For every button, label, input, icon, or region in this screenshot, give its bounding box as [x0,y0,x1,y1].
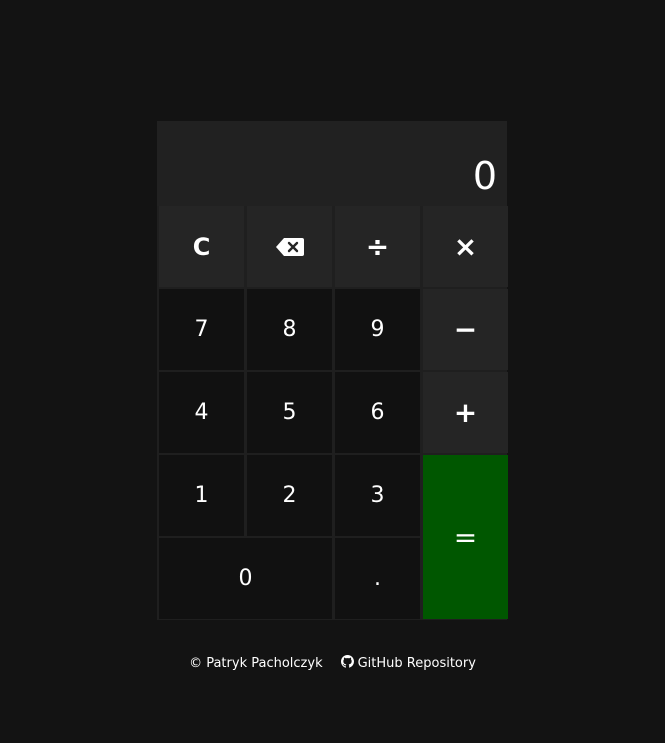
digit-3-button[interactable]: 3 [335,455,420,536]
digit-6-button[interactable]: 6 [335,372,420,453]
github-icon [340,654,354,672]
digit-4-button[interactable]: 4 [159,372,244,453]
digit-0-button[interactable]: 0 [159,538,332,619]
equals-button[interactable]: = [423,455,508,619]
decimal-button[interactable]: . [335,538,420,619]
digit-8-button[interactable]: 8 [247,289,332,370]
keypad: C ÷ × 7 8 9 − 4 5 6 + 1 2 3 = 0 . [157,206,508,620]
digit-9-button[interactable]: 9 [335,289,420,370]
digit-7-button[interactable]: 7 [159,289,244,370]
minus-button[interactable]: − [423,289,508,370]
github-repository-label: GitHub Repository [357,655,476,671]
github-repository-link[interactable]: GitHub Repository [340,654,476,672]
calculator: 0 C ÷ × 7 8 9 − 4 5 6 + 1 2 3 = 0 . [157,121,508,620]
footer: © Patryk Pacholczyk GitHub Repository [0,654,665,672]
backspace-icon [275,237,304,256]
digit-5-button[interactable]: 5 [247,372,332,453]
divide-button[interactable]: ÷ [335,206,420,287]
digit-1-button[interactable]: 1 [159,455,244,536]
digit-2-button[interactable]: 2 [247,455,332,536]
display-value: 0 [472,154,497,198]
display: 0 [157,121,507,206]
backspace-button[interactable] [247,206,332,287]
multiply-button[interactable]: × [423,206,508,287]
clear-button[interactable]: C [159,206,244,287]
copyright-text: © Patryk Pacholczyk [189,655,323,671]
plus-button[interactable]: + [423,372,508,453]
